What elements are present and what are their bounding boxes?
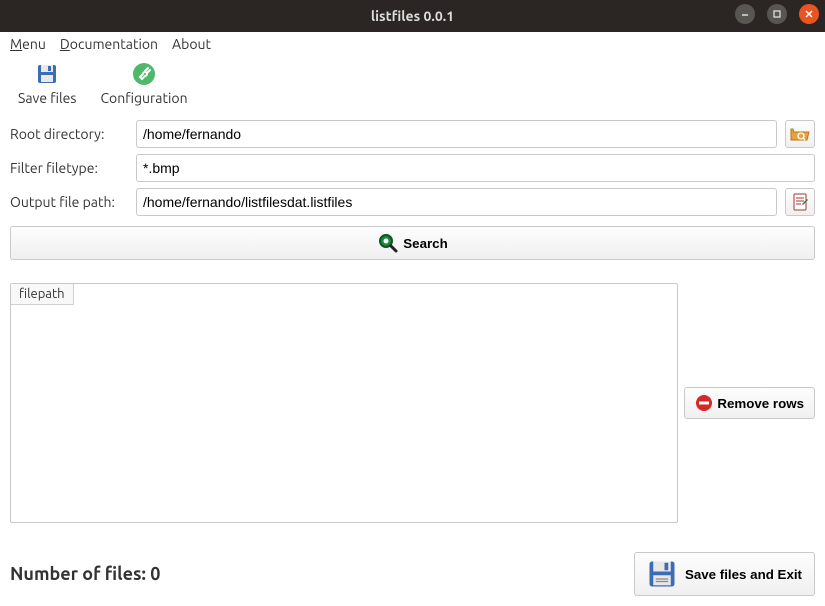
results-row: filepath Remove rows xyxy=(10,266,815,540)
output-file-label: Output file path: xyxy=(10,194,128,210)
maximize-icon xyxy=(772,9,782,19)
bottom-row: Number of files: 0 Save files and Exit xyxy=(10,546,815,596)
remove-rows-label: Remove rows xyxy=(717,396,804,411)
search-label: Search xyxy=(403,236,447,251)
search-icon xyxy=(377,232,399,254)
save-files-and-exit-button[interactable]: Save files and Exit xyxy=(634,552,815,596)
root-directory-label: Root directory: xyxy=(10,126,128,142)
edit-output-button[interactable] xyxy=(785,188,815,216)
output-file-input[interactable] xyxy=(136,188,777,216)
search-button[interactable]: Search xyxy=(10,226,815,260)
table-header-row: filepath xyxy=(11,284,677,305)
configuration-label: Configuration xyxy=(100,90,187,106)
output-file-row: Output file path: xyxy=(10,188,815,216)
minimize-button[interactable] xyxy=(735,4,755,24)
search-row: Search xyxy=(10,226,815,260)
maximize-button[interactable] xyxy=(767,4,787,24)
edit-file-icon xyxy=(790,192,810,212)
menu-menu[interactable]: Menu xyxy=(10,36,46,52)
menu-documentation[interactable]: Documentation xyxy=(60,36,158,52)
configuration-button[interactable]: Configuration xyxy=(100,60,187,106)
body-area: Root directory: Filter filetype: Output … xyxy=(0,114,825,606)
titlebar: listfiles 0.0.1 xyxy=(0,0,825,32)
save-files-button[interactable]: Save files xyxy=(18,60,76,106)
filter-filetype-row: Filter filetype: xyxy=(10,154,815,182)
save-icon xyxy=(33,60,61,88)
root-directory-input[interactable] xyxy=(136,120,777,148)
save-exit-label: Save files and Exit xyxy=(685,567,802,582)
filter-filetype-input[interactable] xyxy=(136,154,815,182)
remove-icon xyxy=(695,394,713,412)
file-count-value: 0 xyxy=(150,564,160,584)
app-window: listfiles 0.0.1 Menu Documentation About… xyxy=(0,0,825,606)
remove-rows-button[interactable]: Remove rows xyxy=(684,387,815,419)
minimize-icon xyxy=(740,9,750,19)
column-header-filepath[interactable]: filepath xyxy=(11,284,74,305)
save-large-icon xyxy=(647,559,677,589)
browse-directory-button[interactable] xyxy=(785,120,815,148)
save-files-label: Save files xyxy=(18,90,76,106)
menu-about[interactable]: About xyxy=(172,36,211,52)
toolbar: Save files Configuration xyxy=(0,56,825,114)
window-controls xyxy=(735,4,819,24)
filter-filetype-label: Filter filetype: xyxy=(10,160,128,176)
configuration-icon xyxy=(130,60,158,88)
menubar: Menu Documentation About xyxy=(0,32,825,56)
results-table[interactable]: filepath xyxy=(10,283,678,523)
root-directory-row: Root directory: xyxy=(10,120,815,148)
close-button[interactable] xyxy=(799,4,819,24)
folder-open-icon xyxy=(790,126,810,142)
file-count-label: Number of files: 0 xyxy=(10,564,160,584)
close-icon xyxy=(804,9,814,19)
window-title: listfiles 0.0.1 xyxy=(371,8,454,24)
